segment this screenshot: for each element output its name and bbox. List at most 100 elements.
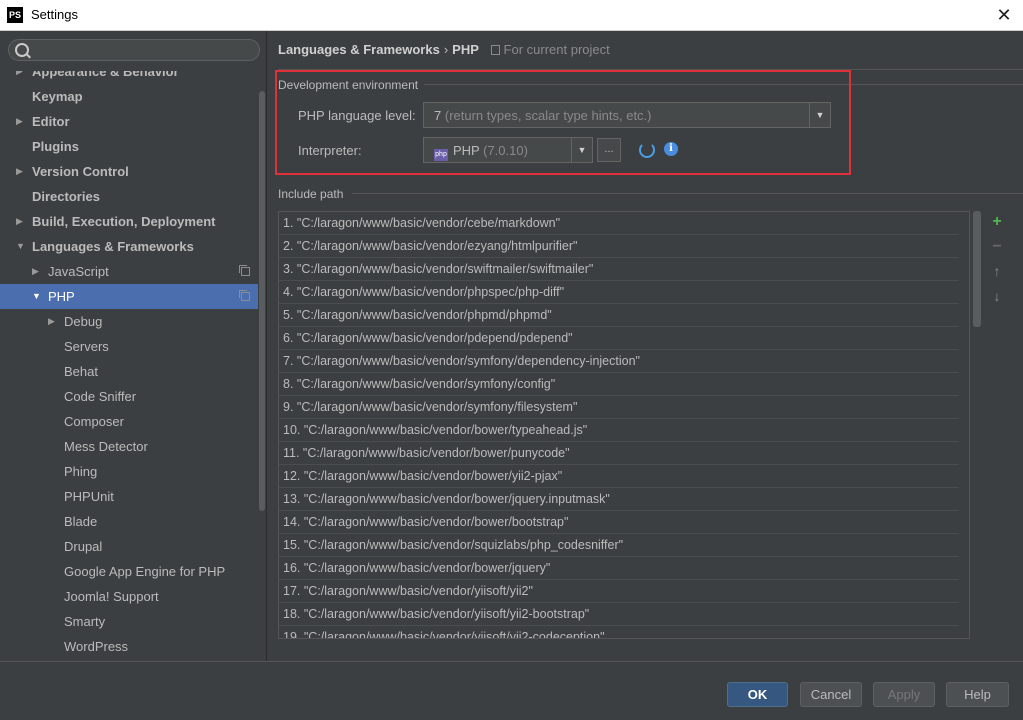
refresh-icon[interactable] xyxy=(639,142,655,158)
document-icon xyxy=(490,45,500,55)
sidebar-item-version-control[interactable]: ▶ Version Control xyxy=(0,159,258,184)
collapsed-arrow-icon[interactable]: ▶ xyxy=(32,259,44,284)
include-path-row[interactable]: 14. "C:/laragon/www/basic/vendor/bower/b… xyxy=(279,511,959,534)
include-path-row[interactable]: 5. "C:/laragon/www/basic/vendor/phpmd/ph… xyxy=(279,304,959,327)
sidebar-item-build-execution-deployment[interactable]: ▶ Build, Execution, Deployment xyxy=(0,209,258,234)
include-path-row[interactable]: 10. "C:/laragon/www/basic/vendor/bower/t… xyxy=(279,419,959,442)
collapsed-arrow-icon[interactable]: ▶ xyxy=(16,109,28,134)
sidebar-item-php[interactable]: ▼ PHP xyxy=(0,284,258,309)
divider xyxy=(424,84,1023,85)
sidebar-item-phpunit[interactable]: PHPUnit xyxy=(0,484,258,509)
breadcrumb-separator: › xyxy=(443,42,449,57)
include-path-scrollbar-thumb[interactable] xyxy=(973,211,981,327)
collapsed-arrow-icon[interactable]: ▶ xyxy=(48,309,60,334)
collapsed-arrow-icon[interactable]: ▶ xyxy=(16,159,28,184)
include-path-row[interactable]: 7. "C:/laragon/www/basic/vendor/symfony/… xyxy=(279,350,959,373)
php-language-level-select[interactable]: 7 (return types, scalar type hints, etc.… xyxy=(423,102,831,128)
include-path-row[interactable]: 17. "C:/laragon/www/basic/vendor/yiisoft… xyxy=(279,580,959,603)
dialog-footer: OK Cancel Apply Help xyxy=(0,661,1023,720)
sidebar-item-code-sniffer[interactable]: Code Sniffer xyxy=(0,384,258,409)
sidebar-item-servers[interactable]: Servers xyxy=(0,334,258,359)
include-path-row[interactable]: 19. "C:/laragon/www/basic/vendor/yiisoft… xyxy=(279,626,959,638)
sidebar-item-blade[interactable]: Blade xyxy=(0,509,258,534)
apply-button[interactable]: Apply xyxy=(873,682,935,707)
level-hint: (return types, scalar type hints, etc.) xyxy=(444,108,652,123)
sidebar-item-composer[interactable]: Composer xyxy=(0,409,258,434)
sidebar-item-editor[interactable]: ▶ Editor xyxy=(0,109,258,134)
include-path-row[interactable]: 2. "C:/laragon/www/basic/vendor/ezyang/h… xyxy=(279,235,959,258)
divider xyxy=(352,193,1023,194)
sidebar-item-directories[interactable]: Directories xyxy=(0,184,258,209)
sidebar-item-appearance-behavior[interactable]: ▶ Appearance & Behavior xyxy=(0,71,258,84)
sidebar-scrollbar-thumb[interactable] xyxy=(259,91,265,511)
include-path-row[interactable]: 15. "C:/laragon/www/basic/vendor/squizla… xyxy=(279,534,959,557)
include-path-scrollbar[interactable] xyxy=(972,211,982,639)
sidebar-item-label: Composer xyxy=(64,414,124,429)
include-path-row[interactable]: 4. "C:/laragon/www/basic/vendor/phpspec/… xyxy=(279,281,959,304)
settings-tree: ▶ Appearance & Behavior Keymap ▶ Editor Plugi… xyxy=(0,71,258,661)
sidebar-item-drupal[interactable]: Drupal xyxy=(0,534,258,559)
interpreter-select[interactable]: php PHP (7.0.10) ▼ xyxy=(423,137,593,163)
sidebar-item-label: Blade xyxy=(64,514,98,529)
expanded-arrow-icon[interactable]: ▼ xyxy=(16,234,28,259)
include-path-row[interactable]: 12. "C:/laragon/www/basic/vendor/bower/y… xyxy=(279,465,959,488)
sidebar-item-keymap[interactable]: Keymap xyxy=(0,84,258,109)
sidebar-item-wordpress[interactable]: WordPress xyxy=(0,634,258,659)
interpreter-name: PHP xyxy=(453,143,480,158)
info-icon[interactable]: i xyxy=(664,142,678,156)
close-icon[interactable]: ✕ xyxy=(993,4,1015,26)
move-down-icon[interactable]: ↓ xyxy=(989,288,1005,304)
chevron-down-icon[interactable]: ▼ xyxy=(571,138,592,162)
sidebar-item-label: Appearance & Behavior xyxy=(32,71,179,79)
sidebar-item-behat[interactable]: Behat xyxy=(0,359,258,384)
sidebar-item-debug[interactable]: ▶ Debug xyxy=(0,309,258,334)
php-language-level-value: 7 (return types, scalar type hints, etc.… xyxy=(434,108,652,123)
include-path-row[interactable]: 6. "C:/laragon/www/basic/vendor/pdepend/… xyxy=(279,327,959,350)
sidebar-item-plugins[interactable]: Plugins xyxy=(0,134,258,159)
main-panel: Languages & Frameworks › PHP For current p… xyxy=(268,31,1023,661)
chevron-down-icon[interactable]: ▼ xyxy=(809,103,830,127)
include-path-row[interactable]: 8. "C:/laragon/www/basic/vendor/symfony/… xyxy=(279,373,959,396)
sidebar-scrollbar[interactable] xyxy=(258,71,266,661)
move-up-icon[interactable]: ↑ xyxy=(989,263,1005,279)
divider xyxy=(278,69,1023,70)
include-path-row[interactable]: 16. "C:/laragon/www/basic/vendor/bower/j… xyxy=(279,557,959,580)
scope-label: For current project xyxy=(490,42,610,57)
expanded-arrow-icon[interactable]: ▼ xyxy=(32,284,44,309)
sidebar-item-label: Plugins xyxy=(32,139,79,154)
sidebar-item-joomla-support[interactable]: Joomla! Support xyxy=(0,584,258,609)
include-path-list[interactable]: 1. "C:/laragon/www/basic/vendor/cebe/mar… xyxy=(278,211,970,639)
ok-button[interactable]: OK xyxy=(727,682,788,707)
sidebar-item-phing[interactable]: Phing xyxy=(0,459,258,484)
title-bar: PS Settings ✕ xyxy=(0,0,1023,31)
sidebar-item-label: Keymap xyxy=(32,89,83,104)
include-path-row[interactable]: 18. "C:/laragon/www/basic/vendor/yiisoft… xyxy=(279,603,959,626)
include-path-row[interactable]: 13. "C:/laragon/www/basic/vendor/bower/j… xyxy=(279,488,959,511)
include-path-row[interactable]: 9. "C:/laragon/www/basic/vendor/symfony/… xyxy=(279,396,959,419)
sidebar-item-label: PHP xyxy=(48,289,75,304)
window-title: Settings xyxy=(31,7,78,22)
phpstorm-logo-icon: PS xyxy=(7,7,23,23)
sidebar-item-google-app-engine-for-php[interactable]: Google App Engine for PHP xyxy=(0,559,258,584)
sidebar-item-label: Drupal xyxy=(64,539,103,554)
breadcrumb-part: PHP xyxy=(452,42,479,57)
sidebar-item-javascript[interactable]: ▶ JavaScript xyxy=(0,259,258,284)
sidebar-item-smarty[interactable]: Smarty xyxy=(0,609,258,634)
browse-interpreters-button[interactable]: ... xyxy=(597,138,621,162)
cancel-button[interactable]: Cancel xyxy=(800,682,862,707)
include-path-row[interactable]: 1. "C:/laragon/www/basic/vendor/cebe/mar… xyxy=(279,212,959,235)
include-path-row[interactable]: 11. "C:/laragon/www/basic/vendor/bower/p… xyxy=(279,442,959,465)
help-button[interactable]: Help xyxy=(946,682,1009,707)
sidebar-item-languages-frameworks[interactable]: ▼ Languages & Frameworks xyxy=(0,234,258,259)
interpreter-version: (7.0.10) xyxy=(483,143,528,158)
collapsed-arrow-icon[interactable]: ▶ xyxy=(16,209,28,234)
sidebar-item-mess-detector[interactable]: Mess Detector xyxy=(0,434,258,459)
add-path-icon[interactable]: + xyxy=(989,213,1005,231)
sidebar-item-label: Behat xyxy=(64,364,98,379)
search-input[interactable] xyxy=(8,39,260,61)
sidebar-item-label: Directories xyxy=(32,189,100,204)
include-path-row[interactable]: 3. "C:/laragon/www/basic/vendor/swiftmai… xyxy=(279,258,959,281)
remove-path-icon[interactable]: − xyxy=(989,238,1005,256)
collapsed-arrow-icon[interactable]: ▶ xyxy=(16,71,28,84)
settings-sidebar: ▶ Appearance & Behavior Keymap ▶ Editor Plugi… xyxy=(0,31,267,661)
